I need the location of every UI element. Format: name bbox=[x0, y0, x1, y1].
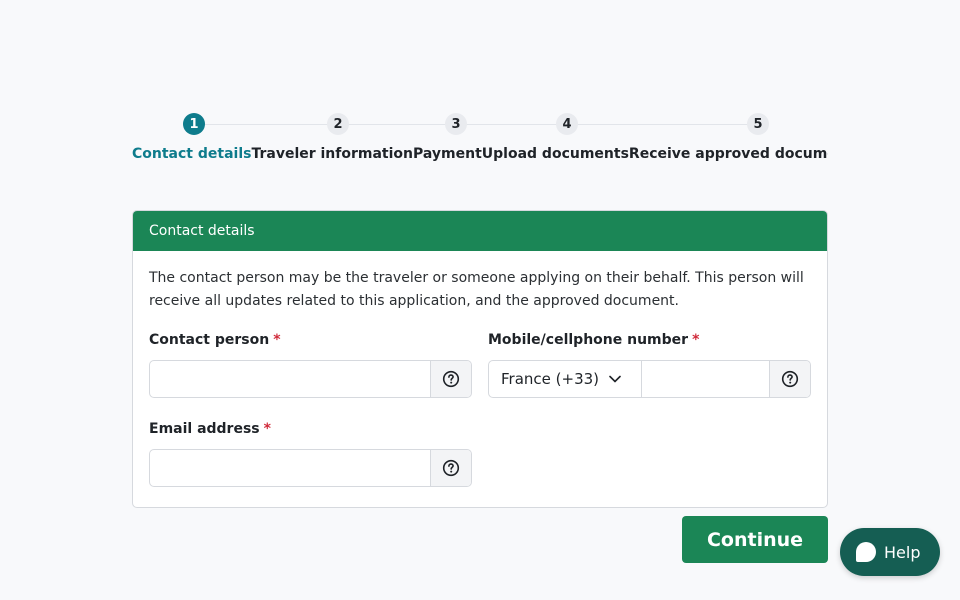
progress-stepper: 1 2 3 4 5 Contact details Traveler infor… bbox=[132, 112, 828, 172]
step-3-label: Payment bbox=[413, 146, 482, 162]
email-label-text: Email address bbox=[149, 421, 260, 437]
card-title: Contact details bbox=[149, 223, 255, 239]
step-labels: Contact details Traveler information Pay… bbox=[132, 146, 828, 162]
contact-person-label: Contact person * bbox=[149, 332, 281, 348]
stepper-track bbox=[194, 124, 768, 125]
required-mark: * bbox=[692, 332, 700, 348]
contact-person-label-text: Contact person bbox=[149, 332, 270, 348]
step-5-label: Receive approved document bbox=[628, 146, 828, 162]
question-circle-icon bbox=[781, 370, 799, 388]
step-3-indicator: 3 bbox=[445, 113, 467, 135]
question-circle-icon bbox=[442, 459, 460, 477]
email-group bbox=[149, 449, 472, 487]
card-header: Contact details bbox=[133, 211, 827, 251]
chevron-down-icon bbox=[609, 375, 621, 383]
step-4-label: Upload documents bbox=[481, 146, 629, 162]
step-2-indicator: 2 bbox=[327, 113, 349, 135]
question-circle-icon bbox=[442, 370, 460, 388]
contact-person-group bbox=[149, 360, 472, 398]
mobile-label-text: Mobile/cellphone number bbox=[488, 332, 689, 348]
mobile-label: Mobile/cellphone number * bbox=[488, 332, 699, 348]
step-2-label: Traveler information bbox=[251, 146, 413, 162]
mobile-input[interactable] bbox=[642, 361, 769, 397]
chat-bubble-icon bbox=[856, 542, 876, 562]
step-1-label: Contact details bbox=[132, 146, 252, 162]
help-widget-label: Help bbox=[884, 542, 921, 562]
email-label: Email address * bbox=[149, 421, 271, 437]
step-4-indicator: 4 bbox=[556, 113, 578, 135]
contact-person-input[interactable] bbox=[150, 361, 430, 397]
contact-details-card: Contact details The contact person may b… bbox=[132, 210, 828, 508]
mobile-help-button[interactable] bbox=[769, 361, 810, 397]
intro-text: The contact person may be the traveler o… bbox=[149, 270, 804, 309]
contact-person-help-button[interactable] bbox=[430, 361, 471, 397]
mobile-group: France (+33) bbox=[488, 360, 811, 398]
step-1-indicator: 1 bbox=[183, 113, 205, 135]
email-input[interactable] bbox=[150, 450, 430, 486]
step-5-indicator: 5 bbox=[747, 113, 769, 135]
email-help-button[interactable] bbox=[430, 450, 471, 486]
required-mark: * bbox=[263, 421, 271, 437]
country-code-value: France (+33) bbox=[501, 370, 600, 388]
help-widget-button[interactable]: Help bbox=[840, 528, 940, 576]
country-code-select[interactable]: France (+33) bbox=[489, 361, 642, 397]
required-mark: * bbox=[273, 332, 281, 348]
continue-button[interactable]: Continue bbox=[682, 516, 828, 563]
